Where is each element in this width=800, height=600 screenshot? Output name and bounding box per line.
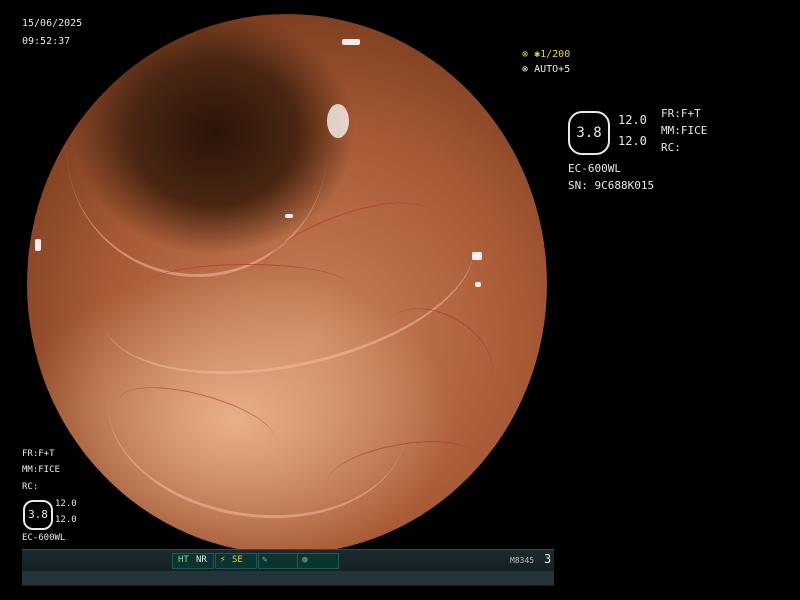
code-label: M8345 xyxy=(510,556,535,565)
setting-value-2: 12.0 xyxy=(618,134,647,148)
fr-setting-small: FR:F+T xyxy=(22,449,55,459)
mm-setting-small: MM:FICE xyxy=(22,465,60,475)
status-bar: HT NR ⚡ SE ✎ ◍ M8345 3 xyxy=(22,549,554,586)
time-text: 09:52:37 xyxy=(22,36,71,47)
status-bar-bottom xyxy=(22,571,554,585)
page-number: 3 xyxy=(544,552,552,566)
pen-icon: ✎ xyxy=(262,555,268,565)
se-icon: ⚡ xyxy=(220,555,226,565)
scope-model-small: EC-600WL xyxy=(22,533,66,543)
specular-highlight xyxy=(35,239,41,251)
auto-indicator: ⊗ AUTO+5 xyxy=(510,52,570,76)
setting-value-1: 12.0 xyxy=(618,113,647,127)
auto-text: AUTO+5 xyxy=(534,64,571,75)
specular-highlight xyxy=(285,214,293,218)
specular-highlight xyxy=(342,39,360,45)
setting-value-2-small: 12.0 xyxy=(55,515,77,525)
rc-setting-small: RC: xyxy=(22,482,39,492)
date-text: 15/06/2025 xyxy=(22,18,83,29)
enhancement-badge-small: 3.8 xyxy=(23,500,53,530)
rc-setting: RC: xyxy=(661,141,681,154)
specular-highlight xyxy=(475,282,481,287)
setting-value-1-small: 12.0 xyxy=(55,499,77,509)
badge-value: 3.8 xyxy=(576,125,602,141)
badge-value-small: 3.8 xyxy=(28,508,48,521)
scope-serial: SN: 9C688K015 xyxy=(568,179,655,192)
specular-highlight xyxy=(472,252,482,260)
endoscope-image xyxy=(27,14,547,554)
auto-icon: ⊗ xyxy=(522,64,535,75)
mm-setting: MM:FICE xyxy=(661,124,708,137)
specular-highlight xyxy=(327,104,349,138)
nr-label: NR xyxy=(196,555,207,565)
fr-setting: FR:F+T xyxy=(661,107,701,120)
se-label: SE xyxy=(232,555,243,565)
enhancement-badge: 3.8 xyxy=(568,111,610,155)
record-icon: ◍ xyxy=(302,555,308,565)
scope-model: EC-600WL xyxy=(568,162,621,175)
ht-label: HT xyxy=(178,555,189,565)
